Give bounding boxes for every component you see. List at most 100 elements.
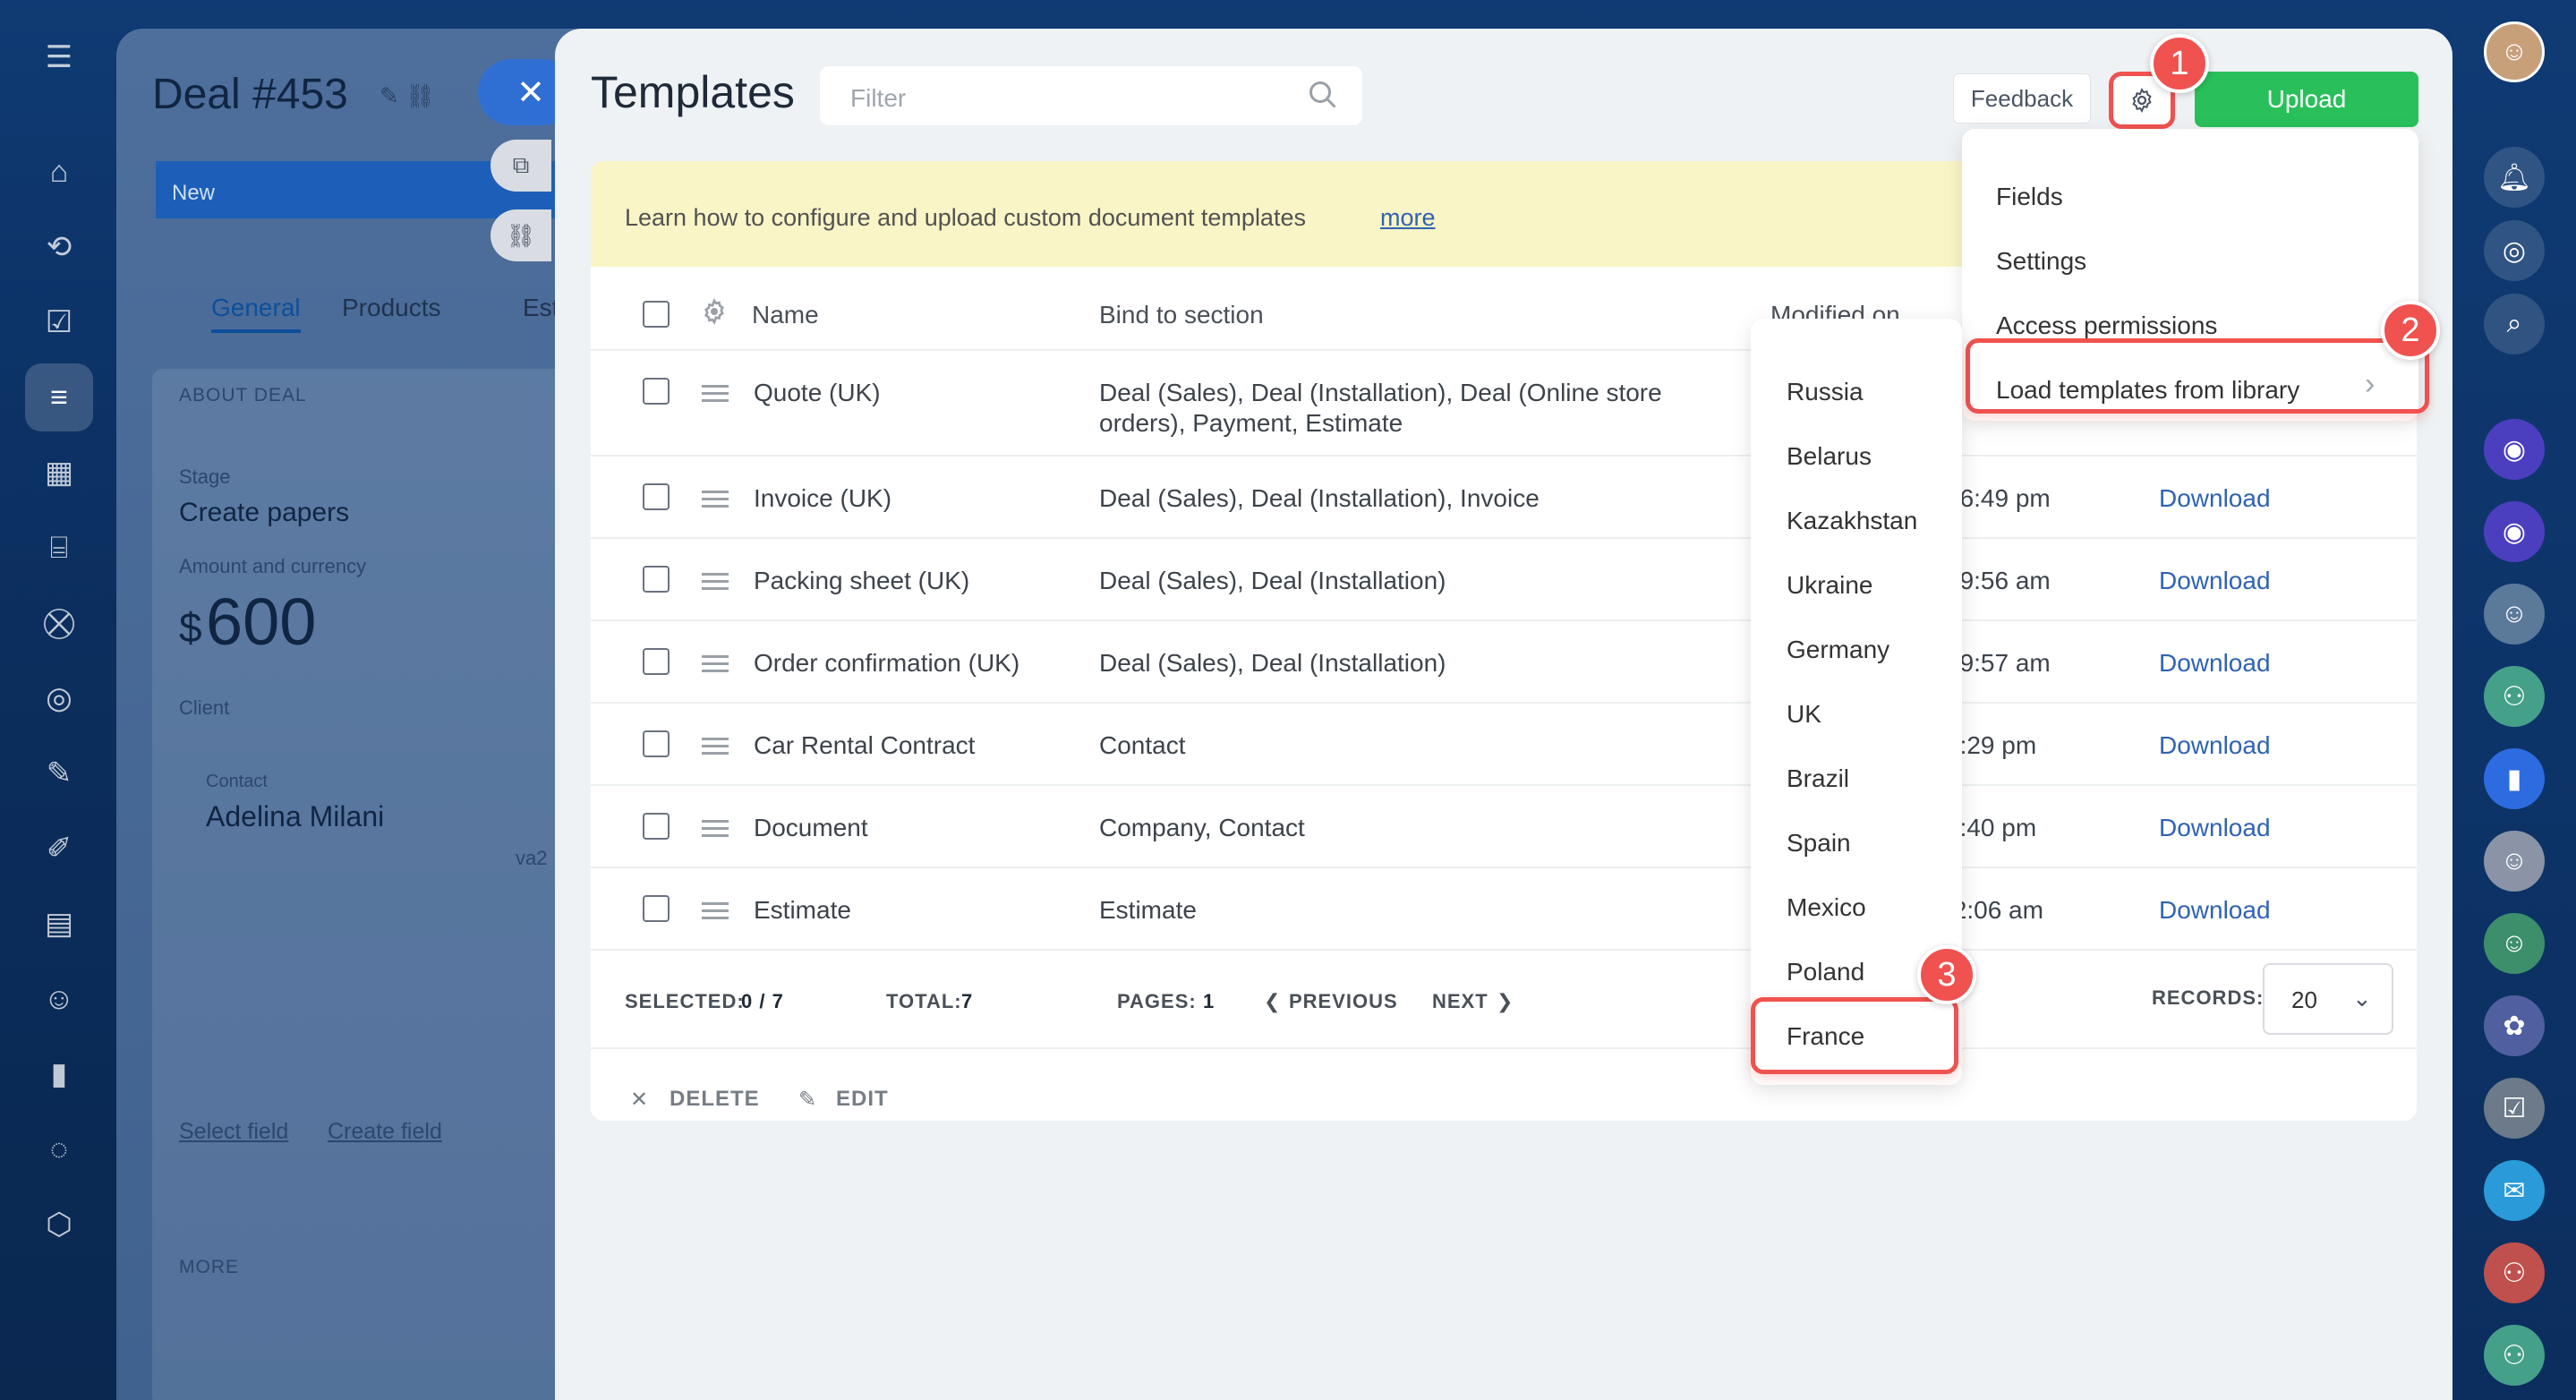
- row-download-link[interactable]: Download: [2159, 483, 2271, 514]
- table-row[interactable]: Invoice (UK) Deal (Sales), Deal (Install…: [591, 455, 2417, 537]
- column-settings-gear-icon[interactable]: [700, 297, 729, 326]
- channel-icon[interactable]: ◉: [2484, 419, 2545, 480]
- contact-avatar[interactable]: ☺: [2484, 584, 2545, 645]
- copy-link-icon[interactable]: ⛓: [490, 209, 551, 261]
- row-name[interactable]: Quote (UK): [754, 378, 881, 408]
- row-download-link[interactable]: Download: [2159, 813, 2271, 843]
- crm-icon[interactable]: ≡: [25, 363, 93, 431]
- row-name[interactable]: Order confirmation (UK): [754, 648, 1019, 679]
- country-item[interactable]: Belarus: [1787, 442, 1872, 471]
- target-icon[interactable]: ◎: [39, 679, 79, 718]
- upload-button[interactable]: Upload: [2195, 72, 2418, 127]
- contact-avatar[interactable]: ☺: [2484, 913, 2545, 974]
- header-name[interactable]: Name: [752, 301, 819, 329]
- table-row[interactable]: Estimate Estimate :2:06 am Download: [591, 866, 2417, 949]
- menu-item-settings[interactable]: Settings: [1996, 247, 2086, 276]
- country-item[interactable]: Brazil: [1787, 764, 1849, 793]
- row-checkbox[interactable]: [643, 730, 670, 757]
- doc-edit-icon[interactable]: ✐: [39, 829, 79, 868]
- table-row[interactable]: Packing sheet (UK) Deal (Sales), Deal (I…: [591, 537, 2417, 619]
- row-checkbox[interactable]: [643, 566, 670, 593]
- tab-estimates[interactable]: Est: [523, 294, 559, 322]
- select-all-checkbox[interactable]: [643, 301, 670, 328]
- row-download-link[interactable]: Download: [2159, 566, 2271, 596]
- contact-name[interactable]: Adelina Milani: [206, 800, 384, 833]
- open-new-window-icon[interactable]: ⧉: [490, 140, 551, 192]
- drag-handle-icon[interactable]: [702, 738, 729, 755]
- delete-x-icon[interactable]: ✕: [630, 1087, 649, 1113]
- row-checkbox[interactable]: [643, 378, 670, 405]
- group-icon[interactable]: ⚇: [2484, 666, 2545, 727]
- previous-button[interactable]: PREVIOUS: [1289, 990, 1398, 1013]
- country-item[interactable]: Spain: [1787, 829, 1851, 858]
- select-field-link[interactable]: Select field: [179, 1119, 288, 1145]
- row-download-link[interactable]: Download: [2159, 730, 2271, 761]
- user-avatar[interactable]: ☺: [2484, 21, 2545, 82]
- country-item[interactable]: UK: [1787, 700, 1821, 729]
- bell-icon[interactable]: 🔔︎: [2484, 147, 2545, 208]
- menu-icon[interactable]: ☰: [39, 38, 79, 77]
- group-icon[interactable]: ⚇: [2484, 1242, 2545, 1303]
- row-name[interactable]: Packing sheet (UK): [754, 566, 969, 596]
- country-item[interactable]: Germany: [1787, 636, 1889, 664]
- card-icon[interactable]: ▤: [39, 904, 79, 943]
- row-download-link[interactable]: Download: [2159, 895, 2271, 926]
- row-checkbox[interactable]: [643, 483, 670, 510]
- table-row[interactable]: Car Rental Contract Contact 4:29 pm Down…: [591, 702, 2417, 784]
- bookmark-icon[interactable]: ▮: [2484, 748, 2545, 809]
- create-field-link[interactable]: Create field: [328, 1119, 442, 1145]
- row-name[interactable]: Document: [754, 813, 868, 843]
- task-icon[interactable]: ☑: [2484, 1078, 2545, 1139]
- next-button[interactable]: NEXT: [1432, 990, 1488, 1013]
- tab-products[interactable]: Products: [342, 294, 441, 322]
- country-item[interactable]: Poland: [1787, 958, 1864, 986]
- close-icon[interactable]: ✕: [498, 59, 564, 125]
- country-item[interactable]: Kazakhstan: [1787, 507, 1917, 535]
- flower-icon[interactable]: ✿: [2484, 995, 2545, 1056]
- drag-handle-icon[interactable]: [702, 573, 729, 591]
- chevron-right-icon[interactable]: ❯: [1497, 990, 1514, 1013]
- drag-handle-icon[interactable]: [702, 902, 729, 920]
- row-name[interactable]: Invoice (UK): [754, 483, 891, 514]
- support-icon[interactable]: ◌: [39, 1130, 79, 1169]
- header-bind-to-section[interactable]: Bind to section: [1099, 301, 1264, 329]
- country-item[interactable]: Mexico: [1787, 893, 1866, 922]
- group-icon[interactable]: ⚇: [2484, 1325, 2545, 1386]
- filter-input[interactable]: Filter: [820, 66, 1362, 125]
- table-row[interactable]: Document Company, Contact 4:40 pm Downlo…: [591, 784, 2417, 866]
- contact-avatar[interactable]: ☺: [2484, 831, 2545, 892]
- box-icon[interactable]: ⬡: [39, 1205, 79, 1244]
- chat-search-icon[interactable]: ⌕: [2484, 294, 2545, 354]
- calendar-icon[interactable]: ▦: [39, 453, 79, 492]
- country-item[interactable]: Russia: [1787, 378, 1864, 406]
- drag-handle-icon[interactable]: [702, 385, 729, 403]
- records-select[interactable]: 20 ⌄: [2263, 963, 2393, 1035]
- tab-general[interactable]: General: [211, 294, 301, 333]
- drag-handle-icon[interactable]: [702, 820, 729, 838]
- table-row[interactable]: Order confirmation (UK) Deal (Sales), De…: [591, 619, 2417, 702]
- delete-button[interactable]: DELETE: [670, 1087, 760, 1112]
- row-checkbox[interactable]: [643, 648, 670, 675]
- menu-item-fields[interactable]: Fields: [1996, 183, 2063, 211]
- country-item[interactable]: Ukraine: [1787, 571, 1872, 600]
- drag-handle-icon[interactable]: [702, 491, 729, 508]
- feedback-button[interactable]: Feedback: [1953, 73, 2091, 124]
- search-icon[interactable]: [1307, 79, 1339, 111]
- pencil-icon[interactable]: ✎: [798, 1087, 817, 1113]
- message-icon[interactable]: ✉: [2484, 1160, 2545, 1221]
- banner-more-link[interactable]: more: [1380, 204, 1436, 232]
- menu-item-access-permissions[interactable]: Access permissions: [1996, 312, 2217, 340]
- drag-handle-icon[interactable]: [702, 655, 729, 673]
- row-checkbox[interactable]: [643, 813, 670, 840]
- row-name[interactable]: Estimate: [754, 895, 851, 926]
- channel-icon[interactable]: ◉: [2484, 501, 2545, 562]
- store-icon[interactable]: ⌸: [39, 528, 79, 568]
- tasks-icon[interactable]: ☑: [39, 303, 79, 342]
- analytics-icon[interactable]: ▮: [39, 1054, 79, 1094]
- row-checkbox[interactable]: [643, 895, 670, 922]
- cart-icon[interactable]: ⛒: [39, 603, 79, 643]
- row-name[interactable]: Car Rental Contract: [754, 730, 975, 761]
- chevron-left-icon[interactable]: ❮: [1264, 990, 1281, 1013]
- sign-icon[interactable]: ✎: [39, 754, 79, 793]
- robot-icon[interactable]: ☺: [39, 979, 79, 1019]
